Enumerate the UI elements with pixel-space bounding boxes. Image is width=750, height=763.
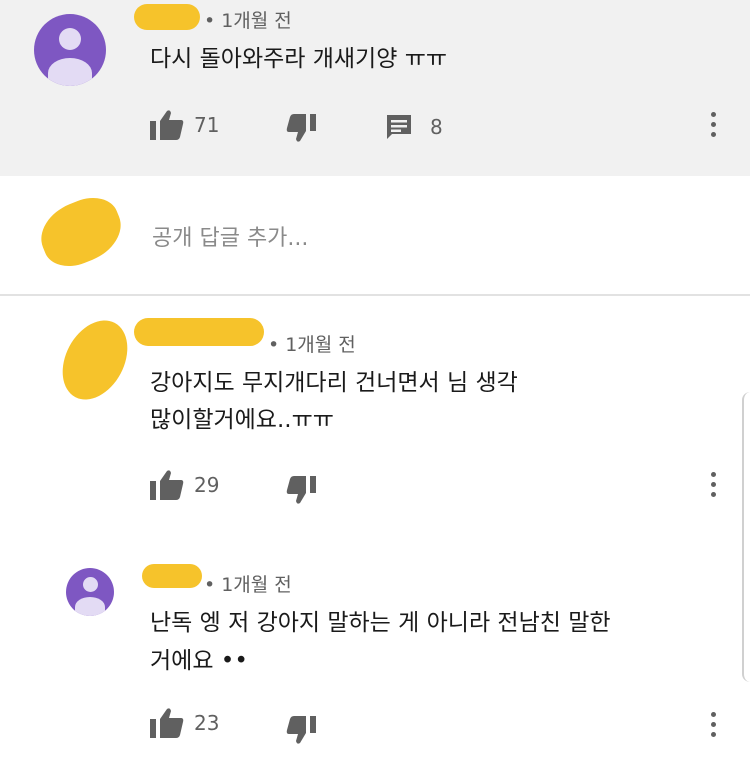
more-vert-dot [710,122,716,127]
reply-meta: • 1개월 전 [268,330,356,357]
dislike-button[interactable] [286,716,316,744]
reply-count-button[interactable]: 8 [386,114,443,140]
timestamp[interactable]: 1개월 전 [221,10,292,32]
thumb-up-icon [150,470,184,500]
more-options-button[interactable] [708,472,718,497]
like-count: 23 [194,711,220,735]
redacted-avatar [49,309,141,411]
more-vert-dot [710,492,716,497]
more-vert-icon [710,112,716,117]
reply-input[interactable] [152,220,712,256]
avatar-head [83,577,98,592]
more-vert-dot [710,482,716,487]
like-count: 29 [194,473,220,497]
thumb-up-icon [150,110,184,140]
meta-dot: • [204,10,216,32]
top-comment: • 1개월 전 다시 돌아와주라 개새기양 ㅠㅠ 71 8 [0,0,750,176]
redacted-user-avatar [31,188,131,276]
thumb-down-icon [286,114,316,142]
dislike-button[interactable] [286,114,316,142]
redacted-username [142,564,202,588]
more-vert-dot [710,732,716,737]
timestamp[interactable]: 1개월 전 [221,574,292,596]
comment-text: 다시 돌아와주라 개새기양 ㅠㅠ [150,46,448,72]
reply-text-line-1: 난독 엥 저 강아지 말하는 게 아니라 전남친 말한 [150,610,611,636]
dislike-button[interactable] [286,476,316,504]
redacted-username [134,4,200,30]
reply-meta: • 1개월 전 [204,570,292,597]
more-vert-dot [710,132,716,137]
like-count: 71 [194,113,220,137]
thumb-down-icon [286,716,316,744]
divider [0,294,750,296]
comment-meta: • 1개월 전 [204,6,292,33]
like-button[interactable]: 23 [150,708,219,738]
avatar-shoulders [48,58,92,86]
more-vert-icon [710,472,716,477]
thumb-up-icon [150,708,184,738]
meta-dot: • [268,334,280,356]
scrollbar-edge[interactable] [742,392,750,682]
like-button[interactable]: 71 [150,110,219,140]
timestamp[interactable]: 1개월 전 [285,334,356,356]
more-vert-dot [710,722,716,727]
more-options-button[interactable] [708,712,718,737]
reply-count: 8 [430,115,443,139]
reply-text-line-2: 거에요 •• [150,648,248,674]
avatar-head [59,28,81,50]
avatar[interactable] [34,14,106,86]
meta-dot: • [204,574,216,596]
thumb-down-icon [286,476,316,504]
comment-icon [387,115,411,139]
avatar-shoulders [75,597,105,616]
more-vert-icon [710,712,716,717]
more-options-button[interactable] [708,112,718,137]
reply-text-line-1: 강아지도 무지개다리 건너면서 님 생각 [150,370,518,396]
avatar[interactable] [66,568,114,616]
reply-text-line-2: 많이할거에요..ㅠㅠ [150,407,334,433]
redacted-username [134,318,264,346]
like-button[interactable]: 29 [150,470,219,500]
